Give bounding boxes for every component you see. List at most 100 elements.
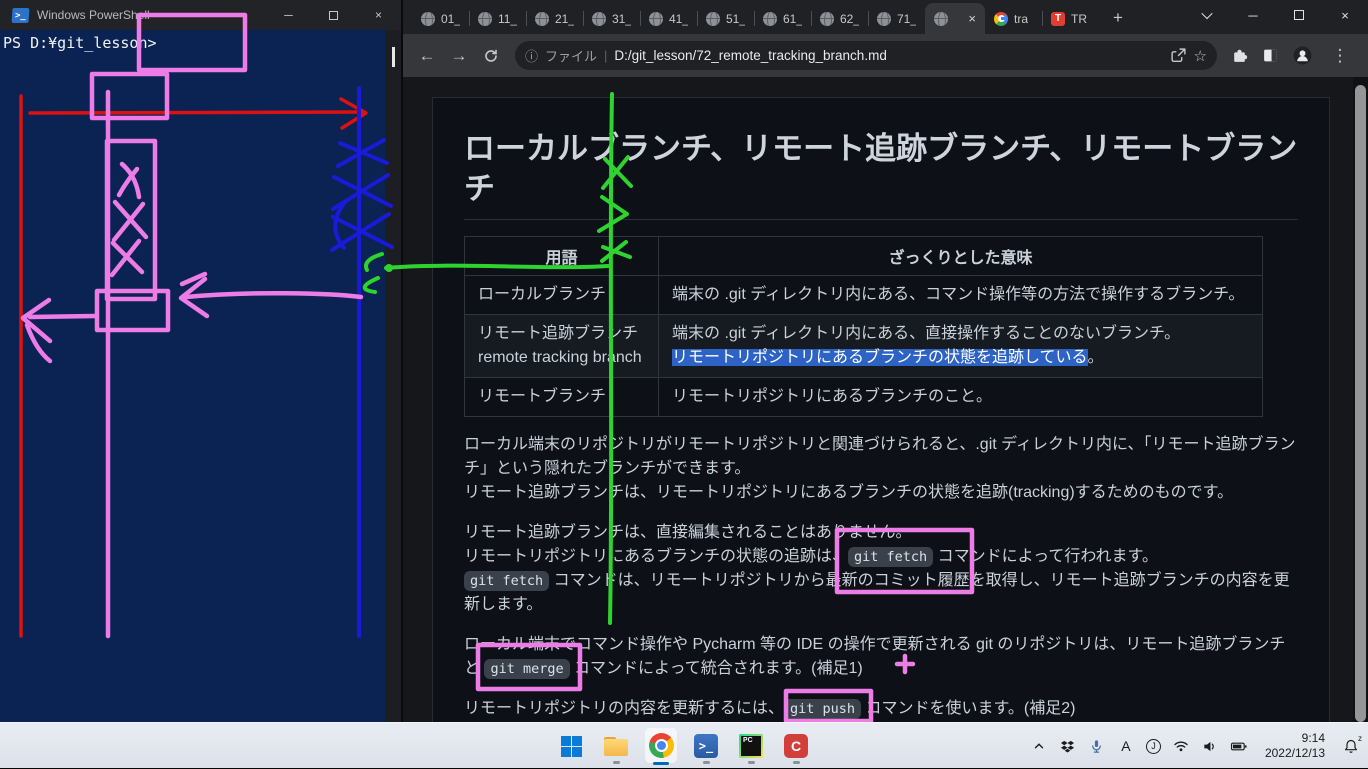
- google-favicon-icon: [994, 12, 1008, 26]
- globe-favicon-icon: [592, 12, 606, 26]
- globe-favicon-icon: [877, 12, 891, 26]
- inline-code: git fetch: [464, 571, 549, 591]
- address-bar[interactable]: ⓘ ファイル | D:/git_lesson/72_remote_trackin…: [515, 41, 1217, 70]
- col-header-meaning: ざっくりとした意味: [659, 237, 1263, 276]
- new-tab-button[interactable]: +: [1105, 5, 1131, 31]
- browser-tab[interactable]: 21_: [526, 3, 583, 34]
- pycharm-button[interactable]: PC: [735, 726, 767, 766]
- url-divider: |: [604, 48, 607, 63]
- dropbox-icon: [1060, 739, 1075, 754]
- desktop: >_ Windows PowerShell ─ × PS D:¥git_less…: [0, 0, 1368, 722]
- menu-dots-icon[interactable]: ⋮: [1326, 42, 1354, 70]
- extensions-puzzle-icon[interactable]: [1231, 47, 1248, 64]
- toolbar-actions: ⋮: [1227, 42, 1358, 70]
- tab-search-chevron-button[interactable]: [1184, 0, 1230, 30]
- wifi-tray-icon[interactable]: [1172, 737, 1190, 755]
- chevron-down-icon: [1201, 8, 1212, 19]
- powershell-scrollbar[interactable]: [385, 30, 401, 722]
- globe-favicon-icon: [706, 12, 720, 26]
- forward-button[interactable]: →: [445, 42, 473, 70]
- start-button[interactable]: [555, 726, 587, 766]
- url-text[interactable]: D:/git_lesson/72_remote_tracking_branch.…: [614, 48, 1162, 63]
- tray-time: 9:14: [1265, 731, 1325, 746]
- minimize-button[interactable]: ─: [1230, 0, 1276, 30]
- maximize-icon: [329, 11, 338, 20]
- bookmark-star-icon[interactable]: ☆: [1194, 47, 1207, 65]
- inline-code: git push: [784, 699, 861, 719]
- inline-code: git merge: [484, 659, 569, 679]
- globe-favicon-icon: [820, 12, 834, 26]
- bell-z-badge: z: [1358, 734, 1362, 743]
- paragraph: ローカル端末でコマンド操作や Pycharm 等の IDE の操作で更新される …: [464, 633, 1298, 681]
- reload-button[interactable]: [477, 42, 505, 70]
- powershell-terminal[interactable]: PS D:¥git_lesson>: [0, 30, 401, 722]
- browser-scrollbar-thumb[interactable]: [1355, 85, 1366, 722]
- t-favicon-icon: T: [1051, 12, 1065, 26]
- browser-scrollbar[interactable]: [1353, 77, 1368, 722]
- globe-favicon-icon: [478, 12, 492, 26]
- file-explorer-button[interactable]: [600, 726, 632, 766]
- microphone-icon: [1089, 739, 1104, 754]
- browser-tab-active[interactable]: ×: [925, 3, 985, 34]
- browser-tab[interactable]: 11_: [469, 3, 526, 34]
- info-icon[interactable]: ⓘ: [525, 46, 538, 65]
- term-cell: ローカルブランチ: [465, 276, 659, 315]
- dropbox-tray-icon[interactable]: [1059, 737, 1077, 755]
- camtasia-button[interactable]: C: [780, 726, 812, 766]
- browser-tab[interactable]: 51_: [697, 3, 754, 34]
- share-icon[interactable]: [1170, 47, 1187, 64]
- markdown-document: ローカルブランチ、リモート追跡ブランチ、リモートブランチ 用語 ざっくりとした意…: [432, 97, 1330, 722]
- clock[interactable]: 9:14 2022/12/13: [1259, 731, 1331, 761]
- chevron-up-icon: [1032, 739, 1046, 753]
- tray-expand-chevron[interactable]: [1030, 737, 1048, 755]
- side-panel-icon[interactable]: [1262, 47, 1279, 64]
- wifi-icon: [1173, 738, 1189, 754]
- back-button[interactable]: ←: [413, 42, 441, 70]
- taskbar-apps: >_ PC C: [555, 723, 812, 769]
- powershell-button[interactable]: >_: [690, 726, 722, 766]
- terms-table: 用語 ざっくりとした意味 ローカルブランチ 端末の .git ディレクトリ内にあ…: [464, 236, 1263, 417]
- profile-avatar-icon[interactable]: [1293, 46, 1312, 65]
- browser-tab[interactable]: 71_: [868, 3, 925, 34]
- powershell-titlebar[interactable]: >_ Windows PowerShell ─ ×: [0, 0, 401, 30]
- chrome-button[interactable]: [645, 728, 677, 763]
- minimize-button[interactable]: ─: [266, 0, 311, 30]
- pycharm-icon: PC: [739, 734, 763, 758]
- maximize-button[interactable]: [311, 0, 356, 30]
- battery-tray-icon[interactable]: [1230, 737, 1248, 755]
- close-button[interactable]: ×: [356, 0, 401, 30]
- browser-tab[interactable]: 31_: [583, 3, 640, 34]
- volume-tray-icon[interactable]: [1201, 737, 1219, 755]
- tray-app-icon[interactable]: J: [1146, 739, 1161, 754]
- taskbar: >_ PC C A J 9:14 2022/12/13: [0, 722, 1368, 768]
- table-row: リモート追跡ブランチ remote tracking branch 端末の .g…: [465, 315, 1263, 378]
- browser-viewport: ローカルブランチ、リモート追跡ブランチ、リモートブランチ 用語 ざっくりとした意…: [403, 77, 1368, 722]
- browser-tab[interactable]: 01_: [412, 3, 469, 34]
- close-button[interactable]: ×: [1322, 0, 1368, 30]
- powershell-scrollbar-thumb[interactable]: [392, 47, 395, 67]
- selected-text: リモートリポジトリにあるブランチの状態を追跡している: [672, 349, 1088, 366]
- tab-close-icon[interactable]: ×: [968, 11, 976, 26]
- folder-icon: [604, 737, 628, 756]
- paragraph: リモートリポジトリの内容を更新するには、git push コマンドを使います。(…: [464, 697, 1298, 721]
- windows-logo-icon: [561, 736, 582, 757]
- ime-mode-indicator[interactable]: A: [1117, 737, 1135, 755]
- microphone-tray-icon[interactable]: [1088, 737, 1106, 755]
- browser-tab[interactable]: 41_: [640, 3, 697, 34]
- powershell-icon: >_: [694, 734, 718, 758]
- paragraph: ローカル端末のリポジトリがリモートリポジトリと関連づけられると、.git ディレ…: [464, 433, 1298, 505]
- term-cell: リモート追跡ブランチ remote tracking branch: [465, 315, 659, 378]
- camtasia-icon: C: [784, 734, 808, 758]
- notification-bell[interactable]: z: [1342, 737, 1360, 755]
- powershell-title: Windows PowerShell: [37, 8, 150, 22]
- browser-tab-trello[interactable]: T TR: [1042, 3, 1099, 34]
- browser-tab[interactable]: 62_: [811, 3, 868, 34]
- browser-tabstrip: 01_ 11_ 21_ 31_ 41_ 51_: [403, 0, 1368, 34]
- maximize-button[interactable]: [1276, 0, 1322, 30]
- browser-tab[interactable]: 61_: [754, 3, 811, 34]
- col-header-term: 用語: [465, 237, 659, 276]
- tray-date: 2022/12/13: [1265, 746, 1325, 761]
- speaker-icon: [1202, 739, 1217, 754]
- browser-tab-google[interactable]: tra: [985, 3, 1042, 34]
- powershell-window: >_ Windows PowerShell ─ × PS D:¥git_less…: [0, 0, 401, 722]
